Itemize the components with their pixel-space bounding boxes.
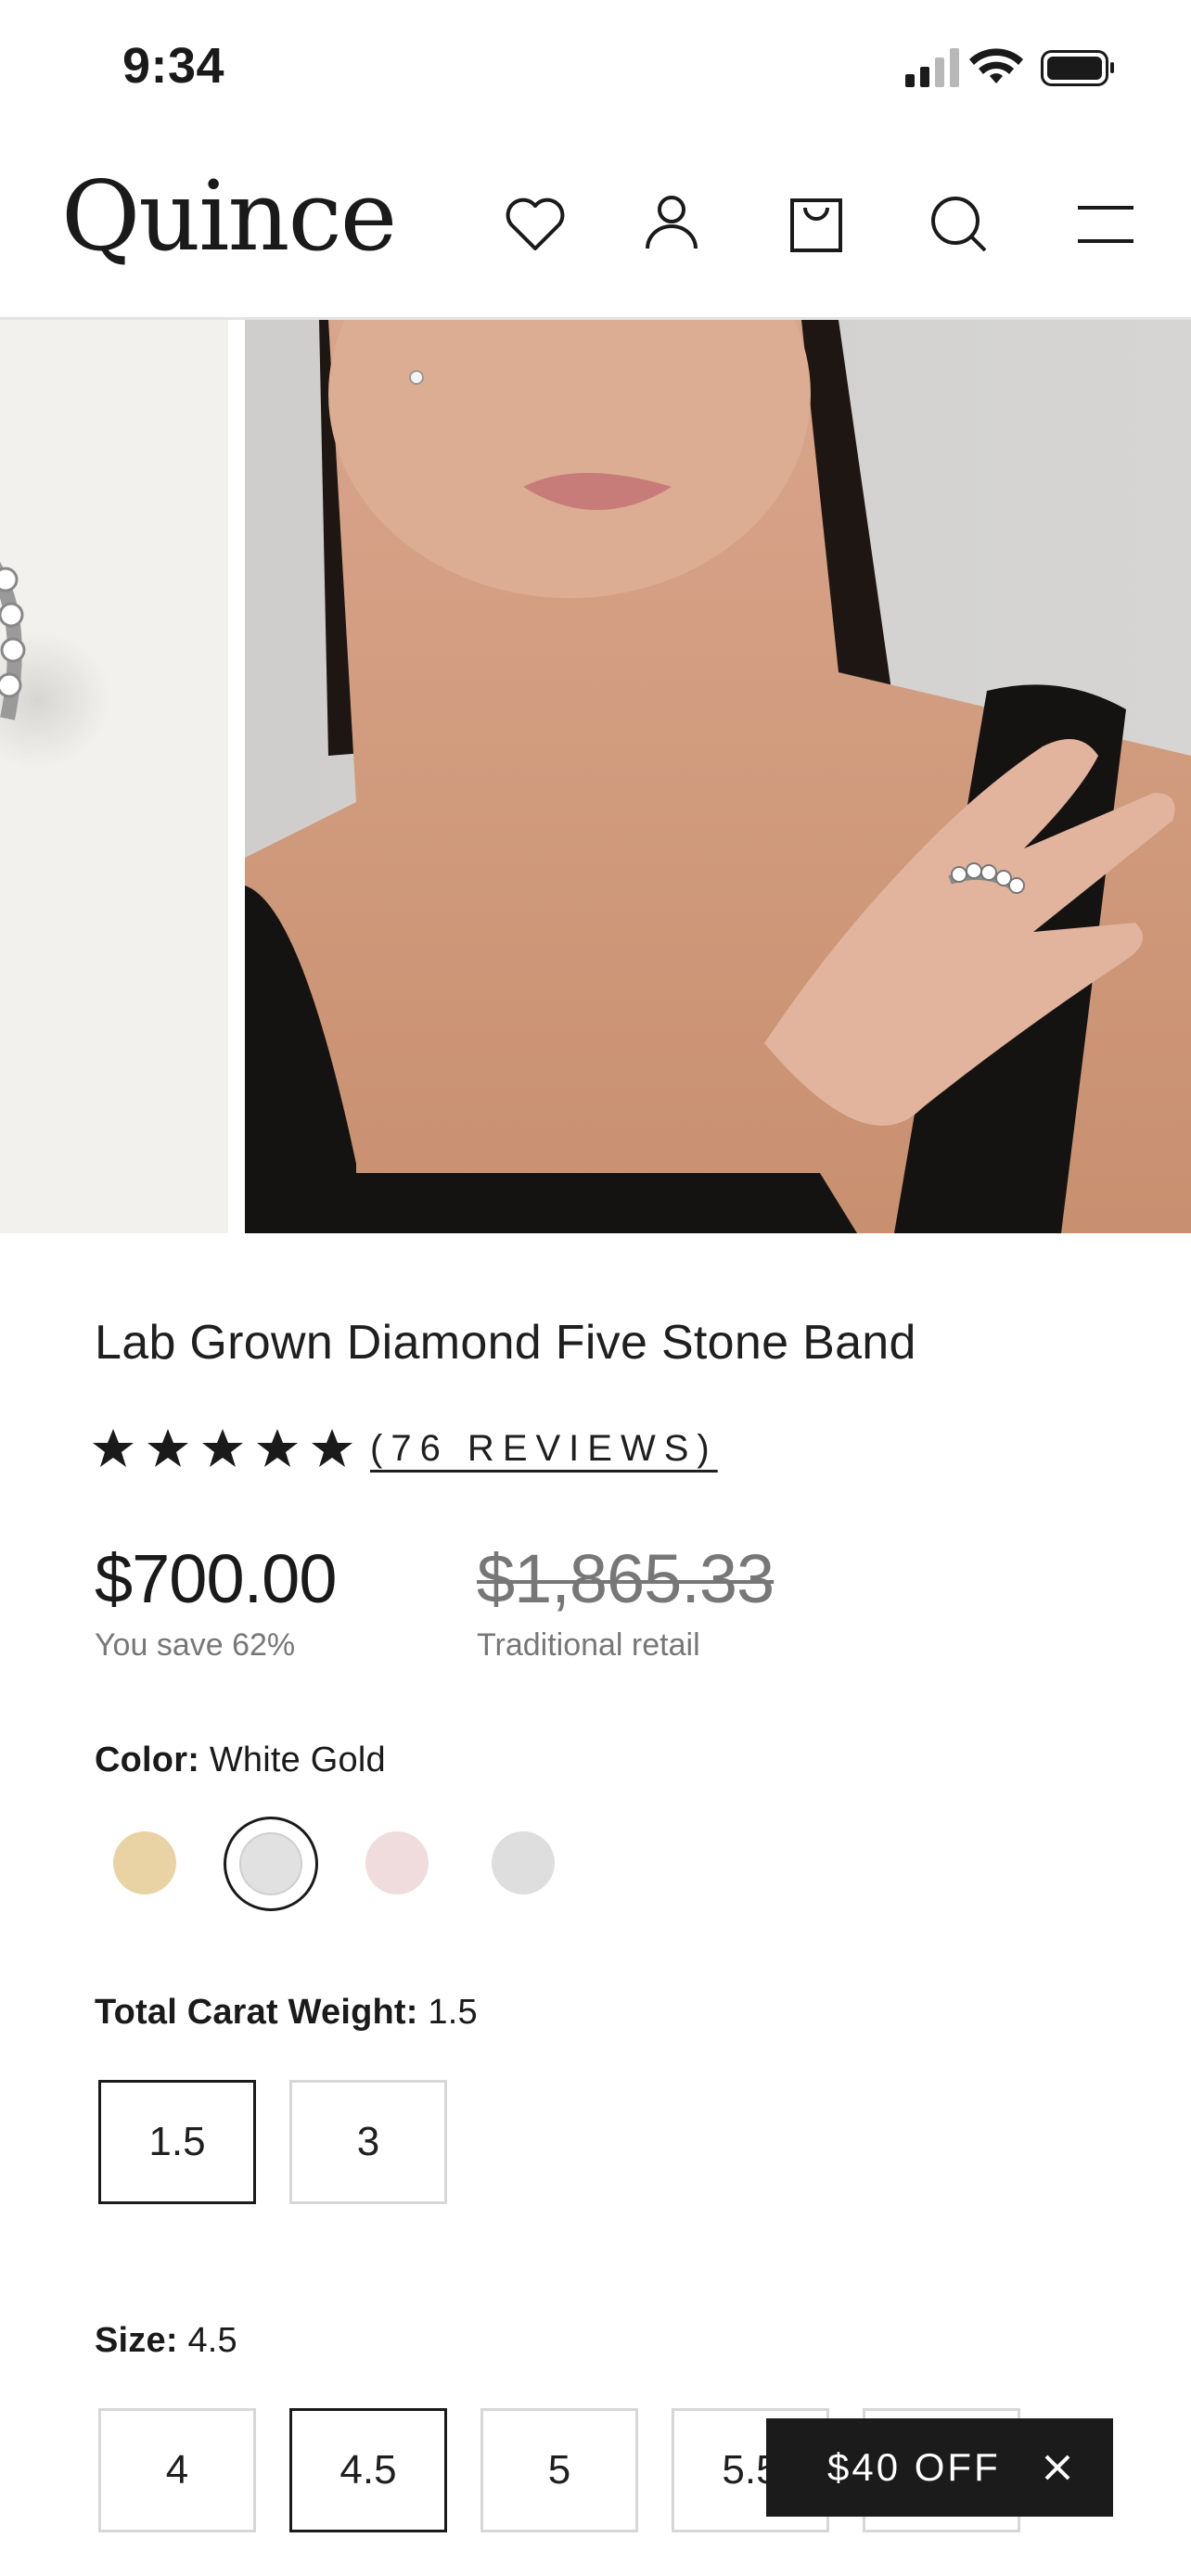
star-icon	[93, 1429, 134, 1467]
carat-label-text: Total Carat Weight:	[95, 1993, 418, 2032]
account-icon[interactable]	[634, 187, 709, 261]
product-title: Lab Grown Diamond Five Stone Band	[95, 1316, 916, 1370]
size-selected-value: 4.5	[187, 2321, 237, 2360]
color-selected-value: White Gold	[209, 1741, 386, 1779]
heart-icon[interactable]	[498, 187, 572, 261]
site-header: Quince	[0, 139, 1191, 320]
size-label: Size: 4.5	[95, 2321, 237, 2361]
color-swatch-white-gold[interactable]	[239, 1832, 302, 1895]
promo-banner[interactable]: $40 OFF	[766, 2418, 1113, 2517]
color-swatch-platinum[interactable]	[492, 1831, 555, 1894]
star-icon	[312, 1429, 352, 1467]
search-icon[interactable]	[922, 187, 996, 261]
wifi-icon	[969, 48, 1023, 83]
size-option[interactable]: 4	[98, 2408, 256, 2532]
ring-product-image[interactable]	[0, 320, 228, 1233]
close-icon[interactable]	[1039, 2446, 1076, 2489]
color-swatch-rose-gold[interactable]	[365, 1831, 429, 1894]
status-icons	[903, 45, 1117, 91]
rating-row: (76 REVIEWS)	[91, 1421, 718, 1476]
retail-label: Traditional retail	[477, 1627, 700, 1663]
reviews-link[interactable]: (76 REVIEWS)	[370, 1428, 718, 1470]
battery-icon	[1041, 50, 1114, 86]
savings-text: You save 62%	[95, 1627, 296, 1663]
bag-icon[interactable]	[779, 187, 853, 261]
promo-label: $40 OFF	[827, 2445, 1001, 2489]
product-image-gallery[interactable]	[0, 320, 1191, 1233]
cellular-signal-icon	[905, 48, 959, 87]
star-icon	[257, 1429, 298, 1467]
color-label-text: Color:	[95, 1741, 200, 1779]
retail-price: $1,865.33	[477, 1540, 775, 1617]
quince-logo[interactable]: Quince	[61, 159, 397, 273]
menu-icon[interactable]	[1069, 187, 1143, 261]
carat-selected-value: 1.5	[428, 1993, 478, 2032]
status-bar: 9:34	[0, 0, 1191, 139]
color-label: Color: White Gold	[95, 1741, 386, 1780]
model-wearing-ring-image[interactable]	[245, 320, 1191, 1233]
star-icon	[147, 1429, 188, 1467]
sale-price: $700.00	[95, 1540, 337, 1617]
carat-label: Total Carat Weight: 1.5	[95, 1993, 478, 2033]
size-option[interactable]: 5	[480, 2408, 638, 2532]
carat-option[interactable]: 1.5	[98, 2080, 256, 2204]
size-label-text: Size:	[95, 2321, 178, 2360]
size-option[interactable]: 4.5	[289, 2408, 447, 2532]
status-time: 9:34	[122, 38, 225, 94]
color-swatch-yellow-gold[interactable]	[113, 1831, 176, 1894]
star-icon	[202, 1429, 243, 1467]
carat-option[interactable]: 3	[289, 2080, 447, 2204]
